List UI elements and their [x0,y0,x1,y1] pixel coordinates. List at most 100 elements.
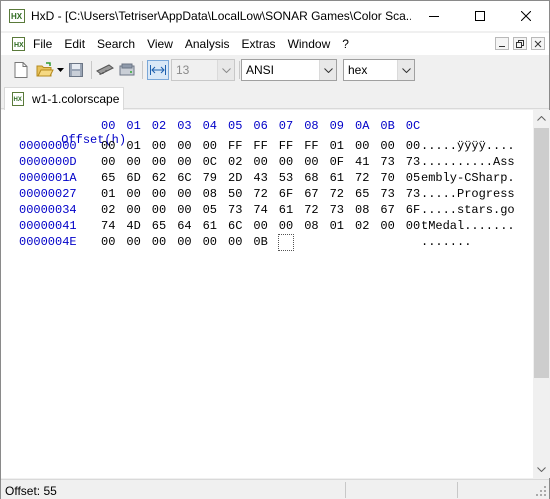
row-offset[interactable]: 00000027 [19,187,77,201]
hex-editor-view[interactable]: Offset(h) 00 01 02 03 04 05 06 07 08 09 0A 0B 0C 000… [1,110,533,478]
menu-extras[interactable]: Extras [236,37,282,51]
byte-cell[interactable]: 00 [101,155,121,169]
byte-cell[interactable]: 00 [152,235,172,249]
byte-cell[interactable]: 01 [330,219,350,233]
byte-cell[interactable]: 6D [126,171,146,185]
byte-cell[interactable]: 00 [253,155,273,169]
byte-cell[interactable]: 00 [152,187,172,201]
row-offset[interactable]: 00000034 [19,203,77,217]
open-disk-button[interactable] [116,60,138,80]
menu-file[interactable]: File [27,37,58,51]
byte-cell[interactable]: 72 [355,171,375,185]
resize-grip-icon[interactable] [535,485,547,497]
hex-row[interactable]: 0000000D 00 00 00 00 0C 02 00 00 00 0F 41 73 73......… [1,155,533,171]
menu-window[interactable]: Window [282,37,337,51]
row-offset[interactable]: 0000000D [19,155,77,169]
open-ram-button[interactable] [94,60,116,80]
byte-cell[interactable]: 01 [101,187,121,201]
byte-cell[interactable]: 08 [355,203,375,217]
byte-cell[interactable]: 00 [380,139,400,153]
menu-search[interactable]: Search [91,37,141,51]
hex-row[interactable]: 00000027 01 00 00 00 08 50 72 6F 67 72 65 73 73 .....P… [1,187,533,203]
title-bar[interactable]: HX HxD - [C:\Users\Tetriser\AppData\Loca… [1,1,549,31]
byte-cell[interactable]: 4D [126,219,146,233]
byte-cell[interactable]: 0F [330,155,350,169]
menu-analysis[interactable]: Analysis [179,37,236,51]
row-offset[interactable]: 0000004E [19,235,77,249]
byte-cell[interactable]: 00 [279,155,299,169]
byte-cell[interactable]: 0B [253,235,273,249]
save-button[interactable] [66,60,86,80]
byte-cell[interactable]: FF [253,139,273,153]
hex-row[interactable]: 00000034 02 00 00 00 05 73 74 61 72 73 08 67 6F .....s… [1,203,533,219]
document-system-icon[interactable]: HX [11,36,27,52]
scroll-down-button[interactable] [533,461,550,478]
mdi-restore-button[interactable] [513,37,527,50]
byte-cell[interactable]: 50 [228,187,248,201]
byte-cell[interactable]: 00 [253,219,273,233]
ascii-text[interactable]: embly-CSharp. [421,171,515,185]
byte-cell[interactable]: 62 [152,171,172,185]
open-file-button[interactable] [34,60,56,80]
scrollbar-thumb[interactable] [534,128,549,378]
ascii-text[interactable]: ....... [421,235,471,249]
byte-cell[interactable]: 65 [101,171,121,185]
vertical-scrollbar[interactable] [533,110,550,478]
maximize-button[interactable] [457,1,503,31]
caret-cell[interactable] [277,234,294,251]
chevron-down-icon[interactable] [397,60,414,80]
byte-cell[interactable]: 00 [152,203,172,217]
byte-cell[interactable]: 73 [228,203,248,217]
byte-cell[interactable]: 00 [152,139,172,153]
byte-cell[interactable]: 00 [203,139,223,153]
byte-cell[interactable]: 02 [228,155,248,169]
hxd-app-icon[interactable]: HX [9,9,25,23]
offset-base-select[interactable]: hex [343,59,415,81]
ascii-text[interactable]: .....ÿÿÿÿ.... [421,139,515,153]
byte-cell[interactable]: FF [304,139,324,153]
byte-cell[interactable]: 0C [203,155,223,169]
byte-cell[interactable]: 65 [355,187,375,201]
byte-cell[interactable]: 00 [355,139,375,153]
byte-cell[interactable]: 00 [126,155,146,169]
byte-cell[interactable]: 6C [228,219,248,233]
fit-width-button[interactable] [147,60,169,80]
new-file-button[interactable] [11,60,31,80]
byte-cell[interactable]: 2D [228,171,248,185]
byte-cell[interactable]: 01 [330,139,350,153]
byte-cell[interactable]: 00 [177,139,197,153]
bytes-per-row-select[interactable]: 13 [171,59,235,81]
hex-row[interactable]: 00000000 00 01 00 00 00 FF FF FF FF 01 00 00 00 .....ÿ… [1,139,533,155]
hex-row[interactable]: 00000041 74 4D 65 64 61 6C 00 00 08 01 02 00 00 tMedal… [1,219,533,235]
byte-cell[interactable]: FF [228,139,248,153]
byte-cell[interactable]: 05 [203,203,223,217]
ascii-text[interactable]: .....Progress [421,187,515,201]
byte-cell[interactable]: 73 [380,155,400,169]
byte-cell[interactable]: 00 [101,235,121,249]
byte-cell[interactable]: FF [279,139,299,153]
byte-cell[interactable]: 72 [253,187,273,201]
byte-cell[interactable]: 74 [101,219,121,233]
row-offset[interactable]: 00000000 [19,139,77,153]
byte-cell[interactable]: 00 [177,155,197,169]
byte-cell[interactable]: 6C [177,171,197,185]
byte-cell[interactable]: 41 [355,155,375,169]
byte-cell[interactable]: 43 [253,171,273,185]
ascii-text[interactable]: ..........Ass [421,155,515,169]
byte-cell[interactable]: 01 [126,139,146,153]
byte-cell[interactable]: 08 [304,219,324,233]
byte-cell[interactable]: 00 [177,235,197,249]
byte-cell[interactable]: 02 [355,219,375,233]
mdi-close-button[interactable] [531,37,545,50]
byte-cell[interactable]: 00 [279,219,299,233]
byte-cell[interactable]: 65 [152,219,172,233]
byte-cell[interactable]: 00 [177,187,197,201]
open-dropdown-arrow[interactable] [56,60,65,80]
byte-cell[interactable]: 00 [126,203,146,217]
byte-cell[interactable]: 00 [380,219,400,233]
row-offset[interactable]: 00000041 [19,219,77,233]
byte-cell[interactable]: 00 [101,139,121,153]
charset-select[interactable]: ANSI [241,59,337,81]
byte-cell[interactable]: 61 [330,171,350,185]
byte-cell[interactable]: 02 [101,203,121,217]
